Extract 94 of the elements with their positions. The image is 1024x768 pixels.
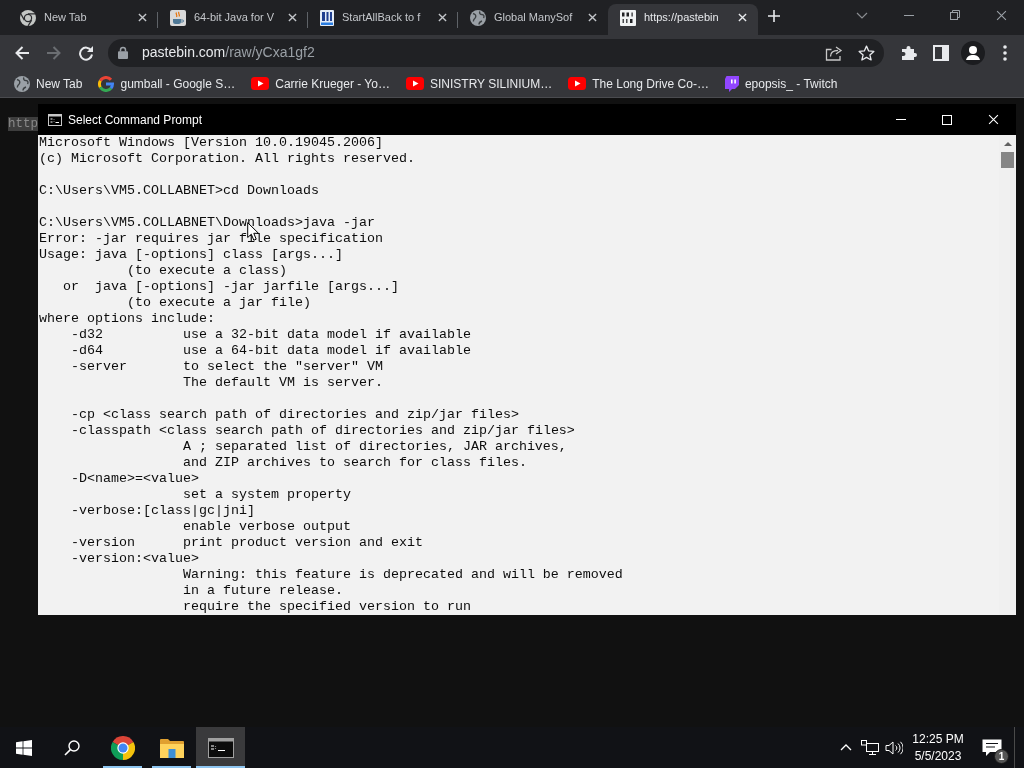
close-icon [287,13,297,22]
chevron-down-icon [856,11,868,19]
browser-logo-icon [20,9,36,26]
coffee-cup-icon [170,9,186,26]
console-line: -d32 use a 32-bit data model if available [71,328,471,342]
console-line: C:\Users\VM5.COLLABNET>cd Downloads [39,184,319,198]
browser-tab[interactable]: https://pastebin [608,4,758,35]
search-icon [64,739,80,756]
console-line: (to execute a jar file) [126,296,311,310]
console-line: Error: -jar requires jar file specification [39,232,383,246]
console-line: -server to select the "server" VM [71,360,383,374]
console-line: -version:<value> [71,552,199,566]
network-monitor-icon [861,740,879,755]
console-line: set a system property [182,488,351,502]
notification-count: 1 [994,749,1009,764]
speaker-icon [885,740,903,755]
console-line: enable verbose output [182,520,351,534]
maximize-icon [942,114,952,125]
console-line: -verbose:[class|gc|jni] [71,504,255,518]
clock-date: 5/5/2023 [914,747,962,765]
console-line: Usage: java [-options] class [args...] [39,248,343,262]
close-icon [587,13,597,22]
scroll-up-arrow-icon [1003,141,1012,146]
page-text: http [8,117,38,131]
chevron-up-icon [840,744,852,751]
g-logo-icon [98,75,115,92]
reload-icon [78,44,94,61]
console-line: Microsoft Windows [Version 10.0.19045.2006] [39,136,383,150]
notifications-button[interactable]: 1 [970,727,1014,768]
console-line: -cp <class search path of directories and zip/jar files> [71,408,519,422]
side-panel-icon [933,44,949,61]
bookmark-link[interactable]: The Long Drive Co-… [562,71,715,96]
windows-logo-icon [16,739,32,756]
close-icon [437,13,447,22]
play-button-icon [568,77,587,90]
console-line: The default VM is server. [182,376,383,390]
bookmark-link[interactable]: New Tab [8,71,89,96]
browser-tab[interactable]: StartAllBack to f [308,4,458,35]
lock-icon [118,46,128,59]
terminal-icon [207,737,234,758]
scrollbar-thumb[interactable] [1001,152,1014,168]
more-vertical-icon [1003,44,1007,61]
share-icon [825,44,843,61]
close-icon [737,13,747,22]
console-icon [48,113,62,126]
close-icon [995,9,1007,21]
globe-icon [14,75,30,92]
console-line: in a future release. [182,584,343,598]
scrollbar[interactable] [999,135,1016,615]
document-icon [320,9,334,26]
bookmark-link[interactable]: epopsis_ - Twitch [718,71,844,96]
play-button-icon [251,77,270,90]
console-line: or java [-options] -jar jarfile [args...] [63,280,399,294]
window-title: Select Command Prompt [68,111,203,129]
taskbar-app-button[interactable] [196,727,245,768]
console-line: require the specified version to run [182,600,471,614]
console-line: -d64 use a 64-bit data model if available [71,344,471,358]
address-bar[interactable]: pastebin.com/raw/yCxa1gf2 [108,38,884,67]
forward-arrow-icon [46,44,62,61]
plus-icon [768,10,780,22]
avatar-icon [961,40,985,65]
browser-logo-icon [110,735,135,760]
url-text: pastebin.com/raw/yCxa1gf2 [142,43,315,62]
console-line: C:\Users\VM5.COLLABNET\Downloads>java -jar [39,216,375,230]
console-line: (c) Microsoft Corporation. All rights reserved. [39,152,415,166]
back-arrow-icon [14,44,30,61]
console-line: Warning: this feature is deprecated and will be removed [182,568,623,582]
folder-icon [159,737,184,758]
bookmark-link[interactable]: Carrie Krueger - Yo… [245,71,396,96]
console-line: A ; separated list of directories, JAR archives, [182,440,567,454]
puzzle-piece-icon [901,44,917,61]
browser-tab[interactable]: 64-bit Java for V [158,4,308,35]
bookmark-link[interactable]: SINISTRY SILINIUM… [399,71,559,96]
console-line: and ZIP archives to search for class files. [182,456,527,470]
globe-icon [470,9,486,26]
binary-file-icon [620,9,636,26]
restore-icon [950,10,960,20]
minimize-icon [904,14,914,16]
browser-tab[interactable]: New Tab [8,4,158,35]
browser-tab[interactable]: Global ManySof [458,4,608,35]
close-icon [137,13,147,22]
profile-button[interactable] [959,38,987,67]
minimize-icon [896,119,906,120]
speech-bubble-icon [724,75,739,92]
console-line: -classpath <class search path of directories and zip/jar files> [71,424,575,438]
console-line: -version print product version and exit [71,536,423,550]
close-icon [987,114,999,125]
console-line: -D<name>=<value> [71,472,199,486]
star-icon [857,44,875,61]
play-button-icon [405,77,424,90]
console-line: where options include: [39,312,215,326]
bookmark-link[interactable]: gumball - Google S… [92,71,242,96]
clock-time: 12:25 PM [912,730,964,748]
console-line: (to execute a class) [126,264,287,278]
